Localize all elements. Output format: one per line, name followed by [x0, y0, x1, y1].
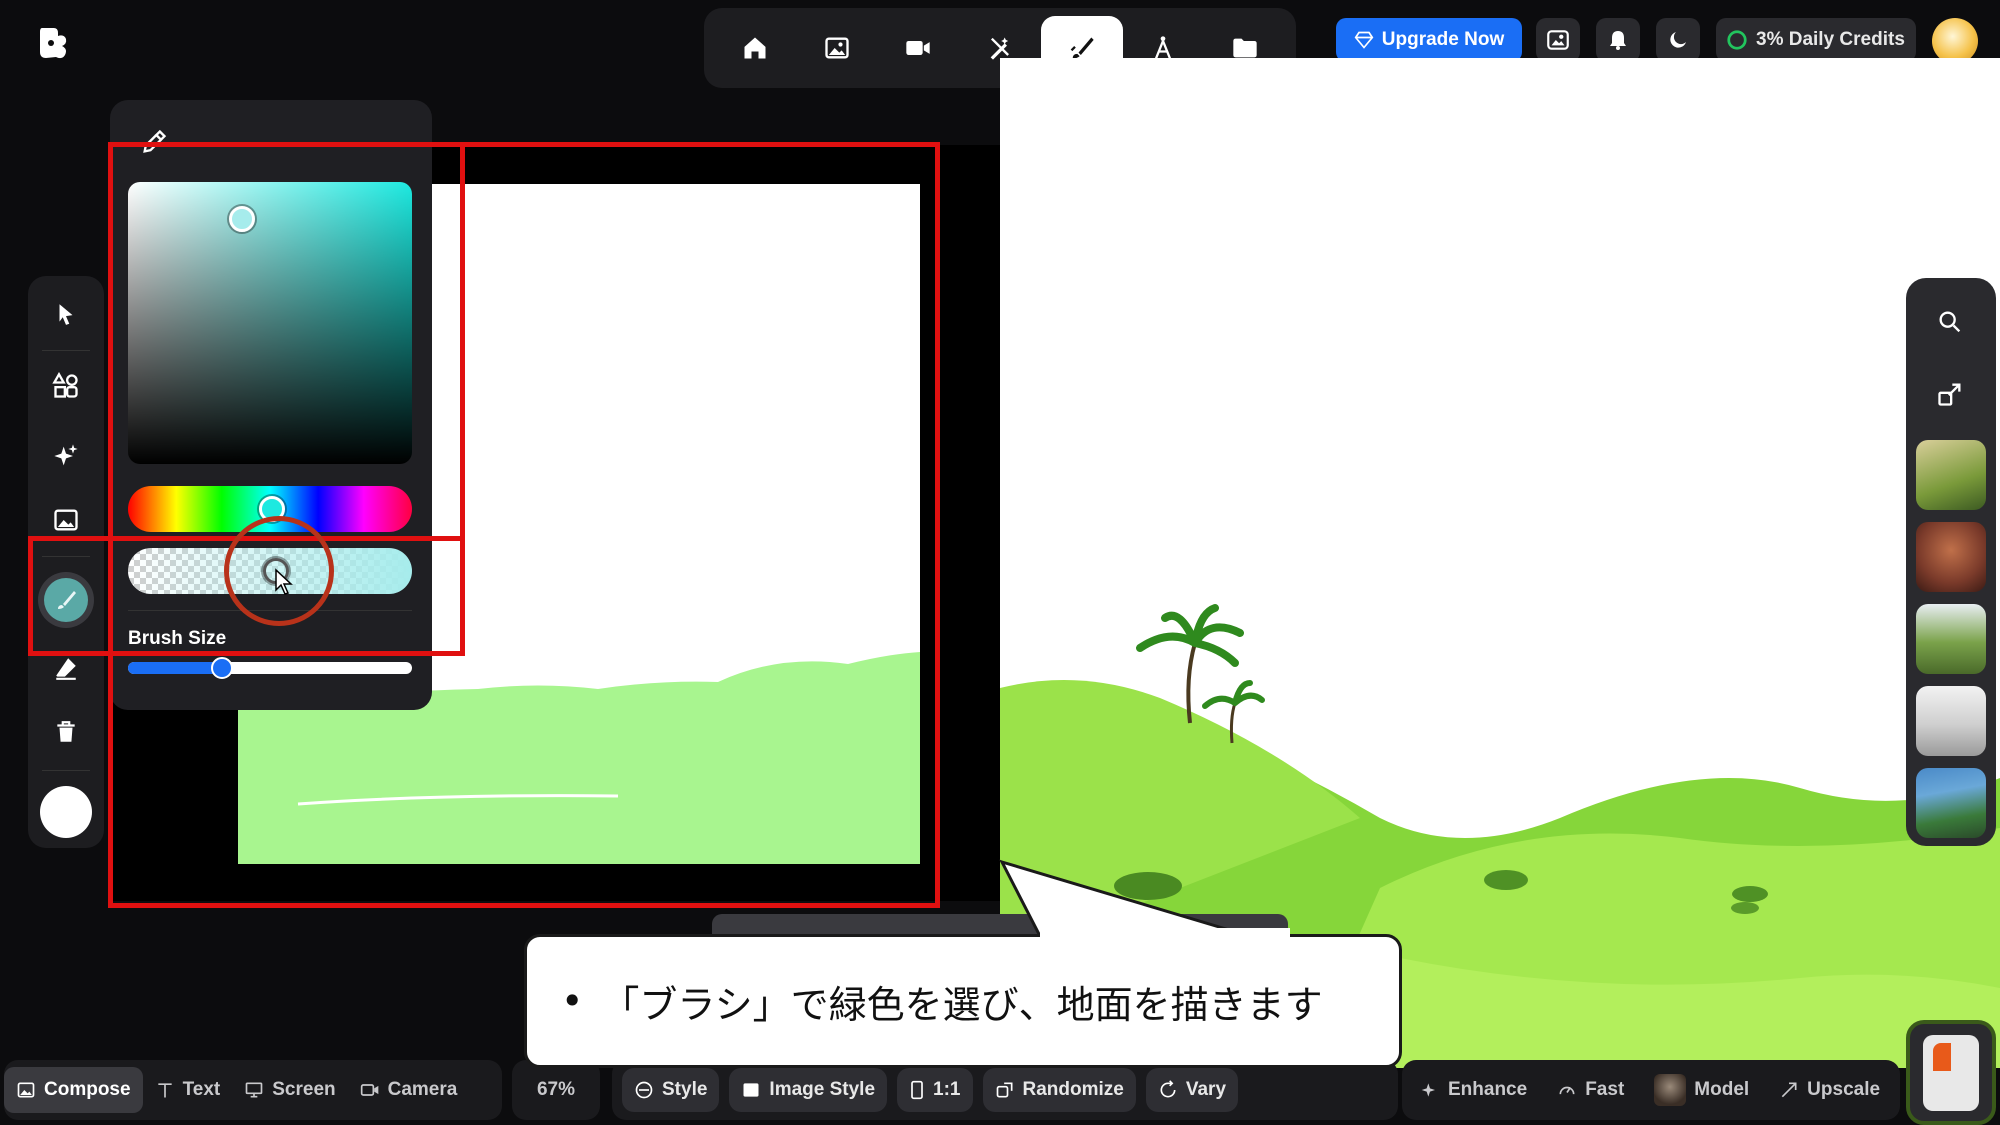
enhance-label: Enhance	[1448, 1079, 1528, 1100]
screen-tab[interactable]: Screen	[232, 1067, 347, 1113]
history-thumbnail[interactable]	[1916, 768, 1986, 838]
daily-credits-badge[interactable]: 3% Daily Credits	[1716, 18, 1916, 62]
style-button[interactable]: Style	[622, 1068, 720, 1112]
upgrade-label: Upgrade Now	[1381, 29, 1505, 50]
image-style-button[interactable]: Image Style	[729, 1068, 888, 1112]
text-label: Text	[182, 1079, 221, 1100]
speed-label: Fast	[1585, 1079, 1625, 1100]
highlight-edge	[460, 142, 465, 656]
subtitle-caption: • 「ブラシ」で緑色を選び、地面を描きます	[524, 934, 1402, 1068]
eraser-icon	[56, 658, 76, 680]
upscale-icon	[1781, 1082, 1797, 1098]
dice-icon	[996, 1082, 1012, 1098]
video-camera-icon	[906, 41, 930, 55]
image-icon	[17, 1082, 35, 1098]
palette-icon	[635, 1081, 653, 1099]
history-thumbnail[interactable]	[1916, 522, 1986, 592]
app-logo[interactable]	[34, 24, 72, 62]
upscale-label: Upscale	[1807, 1079, 1881, 1100]
text-icon	[157, 1083, 172, 1098]
speed-button[interactable]: Fast	[1545, 1067, 1636, 1113]
video-camera-icon	[360, 1084, 378, 1096]
shapes-tool[interactable]	[46, 366, 86, 406]
right-toolbar	[1906, 278, 1996, 846]
ai-generate-tool[interactable]	[46, 436, 86, 476]
aspect-ratio-label: 1:1	[933, 1079, 961, 1100]
history-thumbnail[interactable]	[1916, 686, 1986, 756]
canvas-highlight-box	[108, 142, 940, 908]
refresh-icon	[1160, 1080, 1176, 1098]
nav-home-button[interactable]	[714, 16, 796, 80]
nav-video-button[interactable]	[877, 16, 959, 80]
sparkles-icon	[1421, 1083, 1435, 1097]
image-tool[interactable]	[46, 500, 86, 540]
sparkles-icon	[54, 444, 78, 466]
camera-label: Camera	[387, 1079, 458, 1100]
style-label: Style	[662, 1079, 708, 1100]
diamond-icon	[1354, 31, 1374, 49]
image-icon	[743, 1083, 759, 1097]
bell-icon	[1610, 31, 1626, 50]
monitor-icon	[245, 1082, 263, 1098]
clear-canvas-tool[interactable]	[46, 712, 86, 752]
caption-text: 「ブラシ」で緑色を選び、地面を描きます	[601, 982, 1323, 1027]
camera-tab[interactable]: Camera	[348, 1067, 470, 1113]
share-icon	[1938, 383, 1961, 406]
notifications-button[interactable]	[1596, 18, 1640, 62]
image-icon	[824, 37, 849, 59]
text-tab[interactable]: Text	[143, 1067, 233, 1113]
trash-icon	[57, 721, 75, 742]
brush-size-preview[interactable]	[40, 786, 92, 838]
model-label: Model	[1694, 1079, 1750, 1100]
nav-image-button[interactable]	[796, 16, 878, 80]
theme-toggle-button[interactable]	[1656, 18, 1700, 62]
aspect-ratio-button[interactable]: 1:1	[897, 1068, 973, 1112]
compose-tab[interactable]: Compose	[4, 1067, 143, 1113]
share-button[interactable]	[1936, 380, 1964, 408]
enhance-button[interactable]: Enhance	[1408, 1067, 1539, 1113]
select-tool[interactable]	[46, 294, 86, 334]
speedometer-icon	[1559, 1086, 1575, 1095]
upscale-button[interactable]: Upscale	[1767, 1067, 1892, 1113]
caption-pointer-mask	[1040, 928, 1290, 942]
cursor-arrow-icon	[59, 304, 73, 325]
compose-label: Compose	[44, 1079, 131, 1100]
zoom-indicator[interactable]: 67%	[512, 1060, 600, 1120]
history-thumbnail[interactable]	[1916, 440, 1986, 510]
upgrade-button[interactable]: Upgrade Now	[1336, 18, 1522, 62]
progress-ring-icon	[1727, 30, 1747, 50]
randomize-button[interactable]: Randomize	[982, 1068, 1136, 1112]
vary-label: Vary	[1185, 1079, 1227, 1100]
bottom-mode-bar: Compose Text Screen Camera	[4, 1060, 502, 1120]
mouse-cursor-icon	[274, 568, 296, 596]
shapes-icon	[52, 372, 78, 398]
generate-button[interactable]	[1906, 1020, 1996, 1125]
gallery-button[interactable]	[1536, 18, 1580, 62]
history-thumbnail[interactable]	[1916, 604, 1986, 674]
image-icon	[54, 509, 78, 531]
credits-label: 3% Daily Credits	[1756, 29, 1905, 50]
caption-bullet: •	[561, 979, 584, 1023]
search-icon	[1939, 311, 1961, 333]
search-button[interactable]	[1936, 308, 1964, 336]
vary-button[interactable]: Vary	[1145, 1068, 1239, 1112]
generation-options-bar: Style Image Style 1:1 Randomize Vary	[612, 1060, 1398, 1120]
mouse-icon	[1923, 1034, 1979, 1111]
screen-label: Screen	[272, 1079, 336, 1100]
enhance-options-bar: Enhance Fast Model Upscale	[1402, 1060, 1900, 1120]
highlight-edge	[28, 651, 464, 656]
home-icon	[744, 37, 766, 59]
portrait-frame-icon	[911, 1080, 923, 1100]
model-button[interactable]: Model	[1642, 1067, 1761, 1113]
gallery-icon	[1547, 30, 1569, 50]
moon-icon	[1670, 32, 1686, 48]
model-thumbnail	[1654, 1074, 1687, 1106]
randomize-label: Randomize	[1022, 1079, 1124, 1100]
image-style-label: Image Style	[769, 1079, 876, 1100]
zoom-label: 67%	[536, 1079, 576, 1100]
